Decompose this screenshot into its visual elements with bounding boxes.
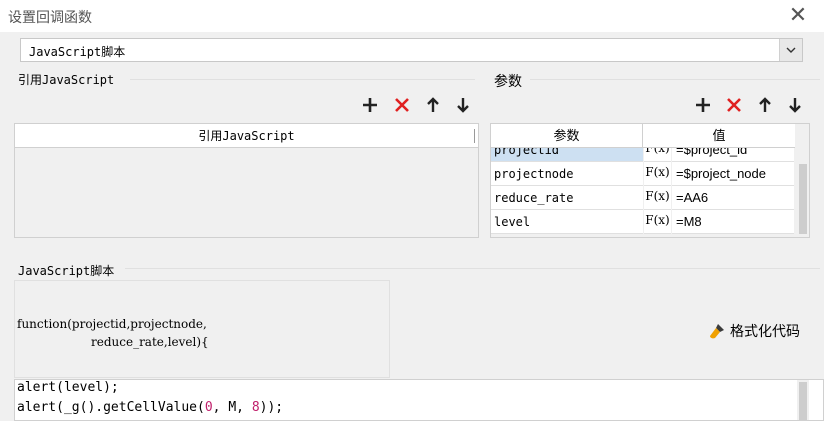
format-code-button[interactable]: 格式化代码 (708, 321, 800, 343)
dialog-title: 设置回调函数 (8, 9, 92, 25)
param-value[interactable]: =M8 (672, 210, 794, 234)
ref-js-label: 引用JavaScript (18, 73, 115, 87)
param-value[interactable]: =AA6 (672, 186, 794, 210)
fx-button[interactable]: F(x) (644, 162, 671, 186)
delete-param-button[interactable] (723, 94, 745, 116)
params-scrollbar-thumb[interactable] (799, 164, 807, 234)
move-up-param-button[interactable] (754, 94, 776, 116)
table-row[interactable]: level F(x) =M8 (491, 210, 796, 234)
code-scrollbar-thumb[interactable] (799, 382, 807, 420)
param-name[interactable]: level (491, 210, 643, 234)
params-header-value[interactable]: 值 (643, 124, 795, 148)
add-ref-button[interactable] (359, 94, 381, 116)
move-down-param-button[interactable] (784, 94, 806, 116)
param-name[interactable]: projectid (491, 148, 643, 162)
move-down-ref-button[interactable] (452, 94, 474, 116)
delete-ref-button[interactable] (391, 94, 413, 116)
code-line-2: alert(_g().getCellValue(0, M, 8)); (17, 400, 284, 415)
fx-button[interactable]: F(x) (644, 210, 671, 234)
table-row[interactable]: projectnode F(x) =$project_node (491, 162, 796, 186)
code-editor[interactable]: alert(level); alert(_g().getCellValue(0,… (14, 379, 824, 421)
script-label: JavaScript脚本 (18, 264, 115, 278)
params-divider (530, 79, 820, 80)
table-row[interactable]: reduce_rate F(x) =AA6 (491, 186, 796, 210)
move-up-ref-button[interactable] (422, 94, 444, 116)
chevron-down-icon[interactable] (779, 39, 802, 61)
script-divider (125, 268, 820, 269)
close-icon[interactable]: ✕ (786, 4, 810, 28)
signature-line-1: function(projectid,projectnode, (17, 317, 207, 331)
params-label: 参数 (494, 73, 522, 89)
params-header-name[interactable]: 参数 (491, 124, 643, 148)
fx-button[interactable]: F(x) (644, 186, 671, 210)
ref-js-column-header[interactable]: 引用JavaScript (15, 124, 478, 148)
function-signature-box: function(projectid,projectnode, reduce_r… (14, 280, 390, 378)
table-row[interactable]: projectid F(x) =$project_id (491, 148, 796, 162)
title-bar: 设置回调函数 ✕ (0, 0, 824, 32)
code-line-1: alert(level); (17, 380, 119, 395)
param-name[interactable]: reduce_rate (491, 186, 643, 210)
param-value[interactable]: =$project_node (672, 162, 794, 186)
ref-js-divider (130, 79, 475, 80)
code-scrollbar[interactable] (797, 380, 809, 420)
column-resize-handle[interactable] (474, 129, 475, 143)
param-name[interactable]: projectnode (491, 162, 643, 186)
param-value[interactable]: =$project_id (672, 148, 794, 162)
signature-line-2: reduce_rate,level){ (91, 335, 209, 349)
ref-js-table: 引用JavaScript (14, 123, 479, 238)
fx-button[interactable]: F(x) (644, 148, 671, 162)
params-scrollbar[interactable] (797, 148, 809, 237)
format-code-label: 格式化代码 (730, 323, 800, 339)
add-param-button[interactable] (692, 94, 714, 116)
script-type-value: JavaScript脚本 (29, 45, 126, 59)
params-rows: projectid F(x) =$project_id projectnode … (491, 148, 796, 237)
brush-icon (708, 322, 726, 343)
params-table: 参数 值 projectid F(x) =$project_id project… (490, 123, 810, 238)
script-type-select[interactable]: JavaScript脚本 (20, 38, 803, 62)
